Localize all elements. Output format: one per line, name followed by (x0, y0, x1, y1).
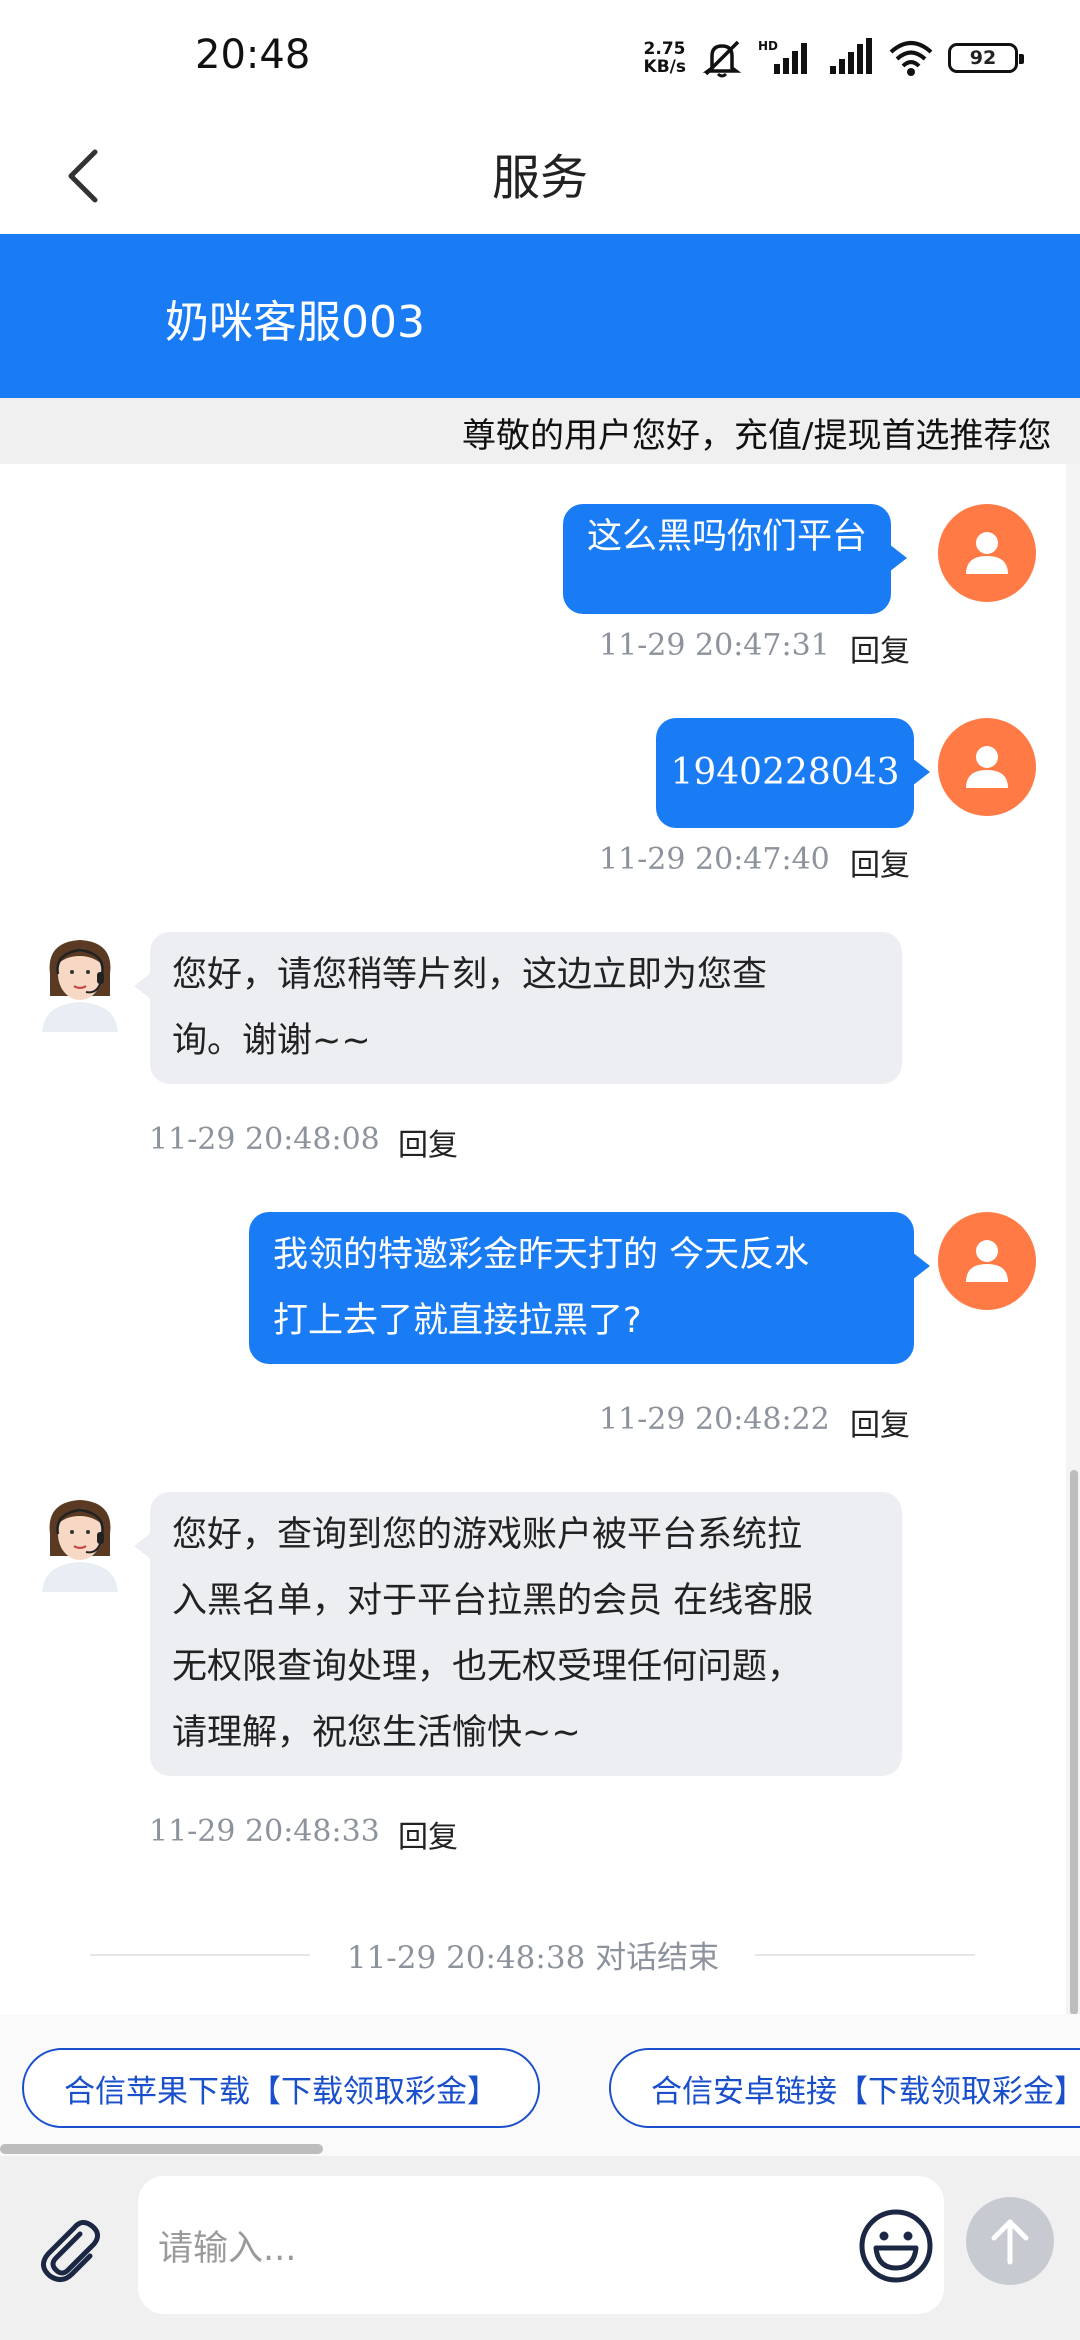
agent-banner: 奶咪客服003 (0, 234, 1080, 398)
quick-links-scrollbar[interactable] (0, 2140, 1080, 2156)
input-bar: 请输入... (0, 2156, 1080, 2340)
agent-message-bubble[interactable]: 您好，请您稍等片刻，这边立即为您查 询。谢谢~~ (134, 932, 902, 1084)
net-speed-unit: KB/s (643, 57, 686, 77)
user-message-bubble[interactable]: 1940228043 (656, 718, 930, 828)
net-speed: 2.75 KB/s (644, 40, 686, 76)
svg-text:HD: HD (758, 39, 778, 53)
header: 服务 (0, 116, 1080, 234)
wifi-icon (889, 41, 933, 76)
user-avatar (938, 718, 1036, 816)
message-input[interactable]: 请输入... (138, 2176, 944, 2314)
message-line: 入黑名单，对于平台拉黑的会员 在线客服 (172, 1581, 814, 1621)
conversation-end-notice: 11-29 20:48:38 对话结束 (0, 1932, 1066, 1977)
message-time: 11-29 20:48:08 (149, 1122, 380, 1157)
message-time: 11-29 20:48:22 (599, 1402, 830, 1437)
quick-link-ios-download[interactable]: 合信苹果下载【下载领取彩金】 (22, 2048, 540, 2128)
signal-icon (830, 38, 872, 74)
smiley-icon[interactable] (856, 2206, 936, 2286)
message-line: 无权限查询处理，也无权受理任何问题， (172, 1647, 803, 1687)
person-icon (966, 532, 1008, 574)
conversation-end-text: 对话结束 (595, 1940, 720, 1976)
agent-name: 奶咪客服003 (165, 297, 425, 348)
user-message-bubble[interactable]: 我领的特邀彩金昨天打的 今天反水 打上去了就直接拉黑了? (249, 1212, 930, 1364)
agent-avatar (42, 1500, 118, 1592)
battery-level: 92 (969, 47, 997, 69)
quick-links-bar[interactable]: 合信苹果下载【下载领取彩金】 合信安卓链接【下载领取彩金】 (0, 2014, 1080, 2140)
chat-area[interactable]: 这么黑吗你们平台 11-29 20:47:31 回复 1940228043 11… (0, 464, 1066, 2014)
message-line: 您好，请您稍等片刻，这边立即为您查 (172, 955, 768, 995)
quick-links-scrollbar-thumb[interactable] (0, 2144, 323, 2154)
user-avatar (938, 504, 1036, 602)
reply-button[interactable]: 回复 (398, 1812, 458, 1856)
status-bar: 20:48 2.75 KB/s HD 92 (0, 0, 1080, 116)
message-line: 您好，查询到您的游戏账户被平台系统拉 (172, 1515, 803, 1555)
page-title: 服务 (491, 150, 588, 206)
agent-message-bubble[interactable]: 您好，查询到您的游戏账户被平台系统拉 入黑名单，对于平台拉黑的会员 在线客服 无… (134, 1492, 902, 1776)
reply-button[interactable]: 回复 (850, 1400, 910, 1444)
quick-link-android-download[interactable]: 合信安卓链接【下载领取彩金】 (609, 2048, 1080, 2128)
attach-button[interactable] (30, 2210, 110, 2290)
message-text: 1940228043 (670, 752, 900, 793)
user-message-bubble[interactable]: 这么黑吗你们平台 (563, 504, 908, 614)
message-line: 请理解，祝您生活愉快~~ (172, 1713, 581, 1753)
input-placeholder: 请输入... (158, 2229, 297, 2269)
paperclip-icon (41, 2220, 100, 2282)
message-text: 这么黑吗你们平台 (587, 517, 868, 557)
reply-button[interactable]: 回复 (398, 1120, 458, 1164)
notice-text: 尊敬的用户您好，充值/提现首选推荐您 (462, 416, 1052, 456)
reply-button[interactable]: 回复 (850, 840, 910, 884)
chat-scrollbar-thumb[interactable] (1070, 1470, 1078, 2015)
message-line: 询。谢谢~~ (172, 1021, 371, 1061)
person-icon (966, 746, 1008, 788)
arrow-up-icon (991, 2219, 1029, 2265)
message-line: 打上去了就直接拉黑了? (273, 1301, 642, 1341)
user-avatar (938, 1212, 1036, 1310)
reply-button[interactable]: 回复 (850, 626, 910, 670)
status-icons: 2.75 KB/s HD 92 (644, 36, 1024, 80)
person-icon (966, 1240, 1008, 1282)
send-button[interactable] (966, 2197, 1054, 2285)
net-speed-value: 2.75 (643, 39, 686, 59)
battery-icon: 92 (948, 43, 1024, 73)
message-time: 11-29 20:47:40 (599, 842, 830, 877)
message-time: 11-29 20:48:33 (149, 1814, 380, 1849)
message-time: 11-29 20:47:31 (599, 628, 830, 663)
mute-icon (702, 40, 742, 78)
status-time: 20:48 (195, 32, 311, 78)
message-line: 我领的特邀彩金昨天打的 今天反水 (273, 1235, 810, 1275)
notice-marquee: 尊敬的用户您好，充值/提现首选推荐您 (0, 398, 1080, 464)
hd-signal-icon: HD (758, 39, 807, 74)
conversation-end-time: 11-29 20:48:38 (346, 1940, 586, 1976)
agent-avatar (42, 940, 118, 1032)
